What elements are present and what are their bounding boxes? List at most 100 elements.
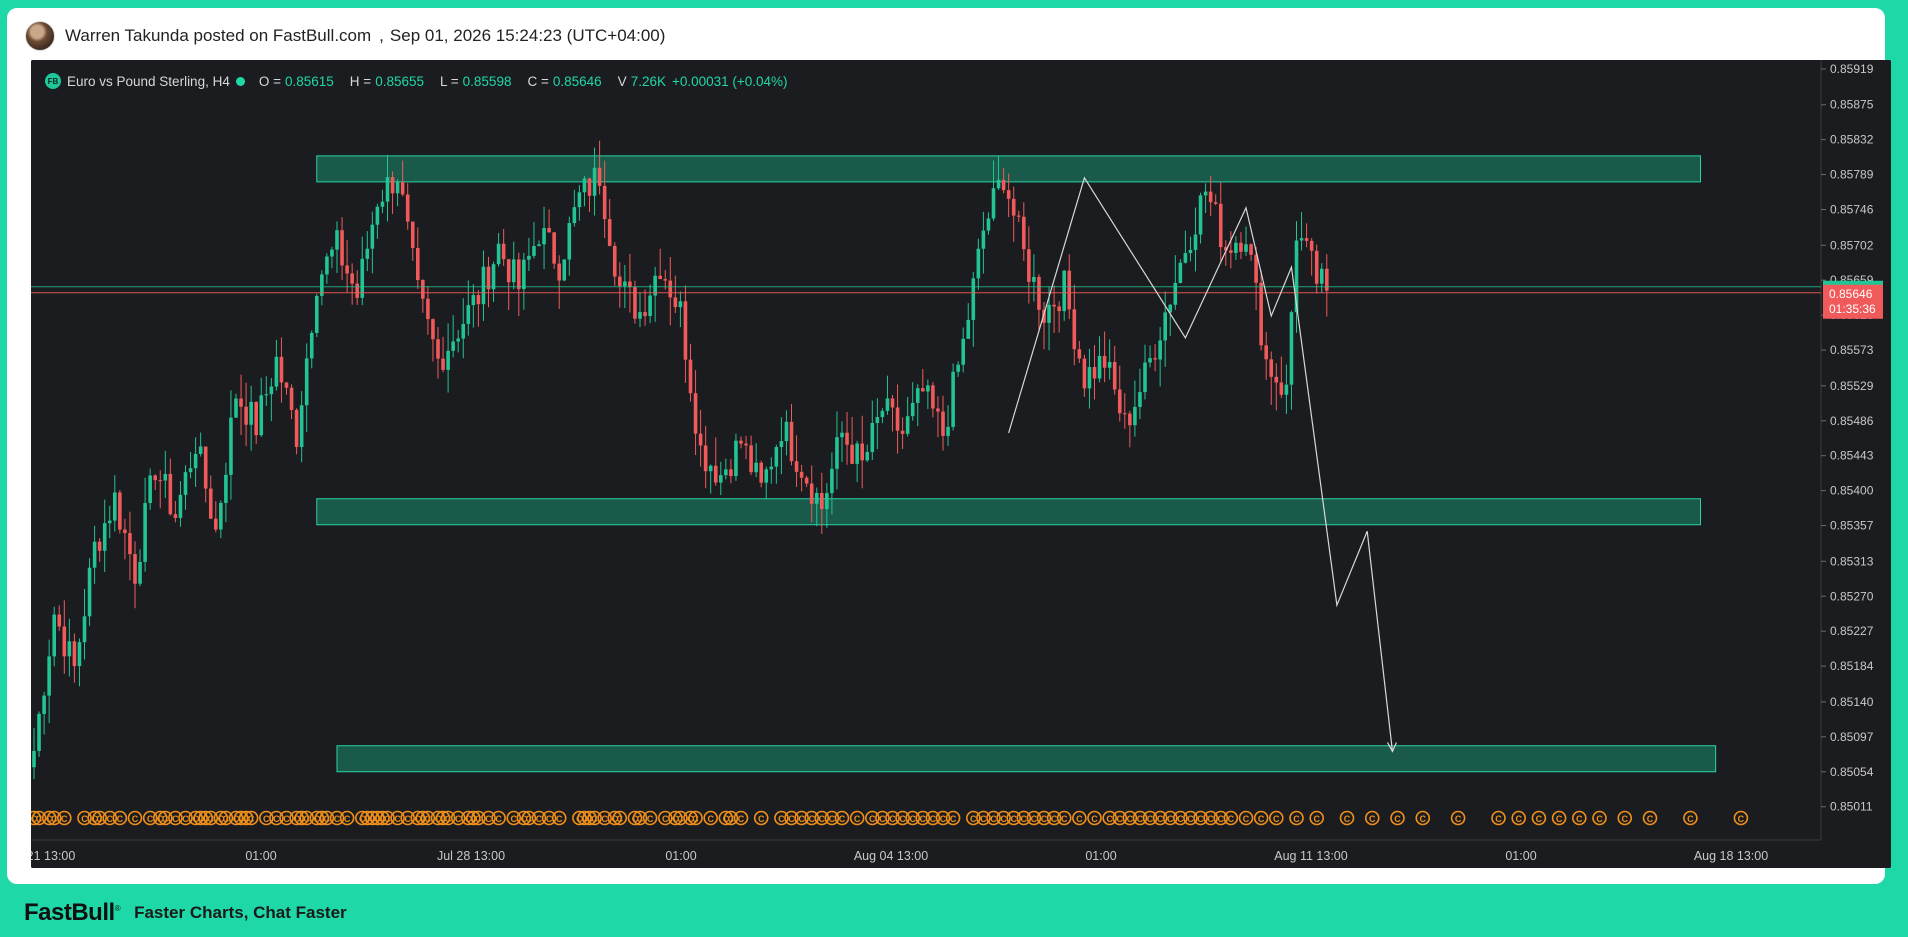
event-icon-glyph: C bbox=[1031, 814, 1038, 824]
y-tick-label: 0.85313 bbox=[1830, 554, 1874, 568]
chart-legend: FB Euro vs Pound Sterling, H4 O = 0.8561… bbox=[45, 70, 804, 92]
candle-body bbox=[441, 358, 445, 370]
candle-body bbox=[794, 461, 799, 472]
event-icon-glyph: C bbox=[1273, 814, 1280, 824]
candle-body bbox=[936, 408, 940, 412]
candle-body bbox=[1163, 312, 1167, 341]
event-icon-glyph: C bbox=[1061, 814, 1068, 824]
event-icon-glyph: C bbox=[556, 814, 563, 824]
candle-body bbox=[1128, 413, 1132, 426]
candle-body bbox=[224, 474, 228, 503]
x-tick-label: Jul 28 13:00 bbox=[437, 849, 505, 863]
registered-mark: ® bbox=[114, 904, 121, 913]
event-icon-glyph: C bbox=[798, 814, 805, 824]
candle-body bbox=[875, 417, 880, 423]
candle-body bbox=[759, 462, 763, 483]
event-icon-glyph: C bbox=[1258, 814, 1265, 824]
candle-body bbox=[1188, 249, 1193, 254]
event-icon-glyph: C bbox=[1420, 814, 1427, 824]
author-line[interactable]: Warren Takunda posted on FastBull.com bbox=[65, 26, 371, 45]
y-tick-label: 0.85875 bbox=[1830, 98, 1874, 112]
candle-body bbox=[724, 469, 728, 476]
candle-body bbox=[325, 256, 329, 275]
candle-body bbox=[1011, 198, 1016, 216]
event-icon-glyph: C bbox=[283, 814, 290, 824]
candle-body bbox=[825, 493, 829, 510]
event-icon-glyph: C bbox=[1051, 814, 1058, 824]
post-timestamp: Sep 01, 2026 15:24:23 (UTC+04:00) bbox=[389, 26, 666, 45]
event-icon-glyph: C bbox=[334, 814, 341, 824]
candle-body bbox=[1092, 367, 1097, 379]
event-icon-glyph: C bbox=[909, 814, 916, 824]
candlestick-chart[interactable]: 0.85919 0.85875 0.85832 0.85789 0.85746 0.857… bbox=[31, 60, 1891, 868]
legend-low-value: 0.85598 bbox=[462, 73, 512, 89]
candle-body bbox=[1325, 268, 1329, 291]
y-tick-label: 0.85097 bbox=[1830, 730, 1874, 744]
y-tick-label: 0.85357 bbox=[1830, 519, 1874, 533]
candle-body bbox=[1077, 349, 1082, 359]
candle-body bbox=[517, 259, 521, 290]
candle-body bbox=[996, 179, 1001, 189]
candle-body bbox=[410, 221, 415, 249]
candle-body bbox=[1259, 282, 1263, 346]
candle-body bbox=[1249, 244, 1253, 255]
candle-body bbox=[37, 713, 41, 751]
candle-body bbox=[809, 483, 814, 504]
candle-body bbox=[269, 386, 274, 395]
event-icon-glyph: C bbox=[738, 814, 745, 824]
legend-symbol[interactable]: Euro vs Pound Sterling, H4 bbox=[67, 74, 230, 89]
candle-body bbox=[1047, 304, 1051, 323]
candle-body bbox=[72, 641, 77, 667]
event-icon-glyph: C bbox=[601, 814, 608, 824]
event-icon-glyph: C bbox=[819, 814, 826, 824]
candle-body bbox=[92, 541, 97, 568]
y-tick-label: 0.85184 bbox=[1830, 659, 1874, 673]
event-icon-glyph: C bbox=[662, 814, 669, 824]
chart-panel[interactable]: 0.85919 0.85875 0.85832 0.85789 0.85746 0.857… bbox=[31, 60, 1891, 868]
event-icon-glyph: C bbox=[1556, 814, 1563, 824]
event-icon-glyph: C bbox=[1515, 814, 1522, 824]
candle-body bbox=[183, 472, 188, 495]
candle-body bbox=[52, 614, 56, 657]
candle-body bbox=[1001, 179, 1006, 191]
event-icon-glyph: C bbox=[324, 814, 331, 824]
candle-body bbox=[860, 443, 864, 461]
candle-body bbox=[532, 245, 536, 256]
candle-body bbox=[299, 405, 304, 448]
candle-body bbox=[1304, 238, 1309, 241]
event-icon-glyph: C bbox=[1041, 814, 1048, 824]
candle-body bbox=[385, 177, 390, 202]
y-tick-label: 0.85486 bbox=[1830, 414, 1874, 428]
event-icon-glyph: C bbox=[445, 814, 452, 824]
event-icon-glyph: C bbox=[1197, 814, 1204, 824]
event-icon-glyph: C bbox=[829, 814, 836, 824]
candle-body bbox=[77, 642, 82, 667]
event-icon-glyph: C bbox=[1293, 814, 1300, 824]
candle-body bbox=[890, 398, 895, 408]
candle-body bbox=[971, 278, 976, 320]
event-icon-glyph: C bbox=[61, 814, 68, 824]
fastbull-logo[interactable]: FastBull® bbox=[24, 899, 121, 927]
candle-body bbox=[234, 398, 238, 418]
event-icon-glyph: C bbox=[591, 814, 598, 824]
author-avatar[interactable] bbox=[25, 21, 55, 51]
candle-body bbox=[779, 441, 784, 448]
candle-body bbox=[1133, 406, 1137, 426]
event-icon-glyph: C bbox=[107, 814, 114, 824]
event-icon-glyph: C bbox=[970, 814, 977, 824]
candle-body bbox=[885, 398, 890, 411]
candle-body bbox=[784, 421, 789, 442]
candle-body bbox=[107, 520, 112, 524]
legend-change-value: +0.00031 (+0.04%) bbox=[671, 73, 788, 89]
x-tick-label: 01:00 bbox=[1505, 849, 1536, 863]
candle-body bbox=[577, 192, 582, 208]
candle-body bbox=[416, 248, 420, 281]
event-icon-glyph: C bbox=[1147, 814, 1154, 824]
candle-body bbox=[133, 554, 137, 584]
event-icon-glyph: C bbox=[1000, 814, 1007, 824]
candle-body bbox=[713, 465, 718, 483]
candle-body bbox=[774, 447, 779, 467]
event-icon-glyph: C bbox=[536, 814, 543, 824]
candle-body bbox=[683, 301, 688, 360]
candle-body bbox=[835, 437, 839, 469]
